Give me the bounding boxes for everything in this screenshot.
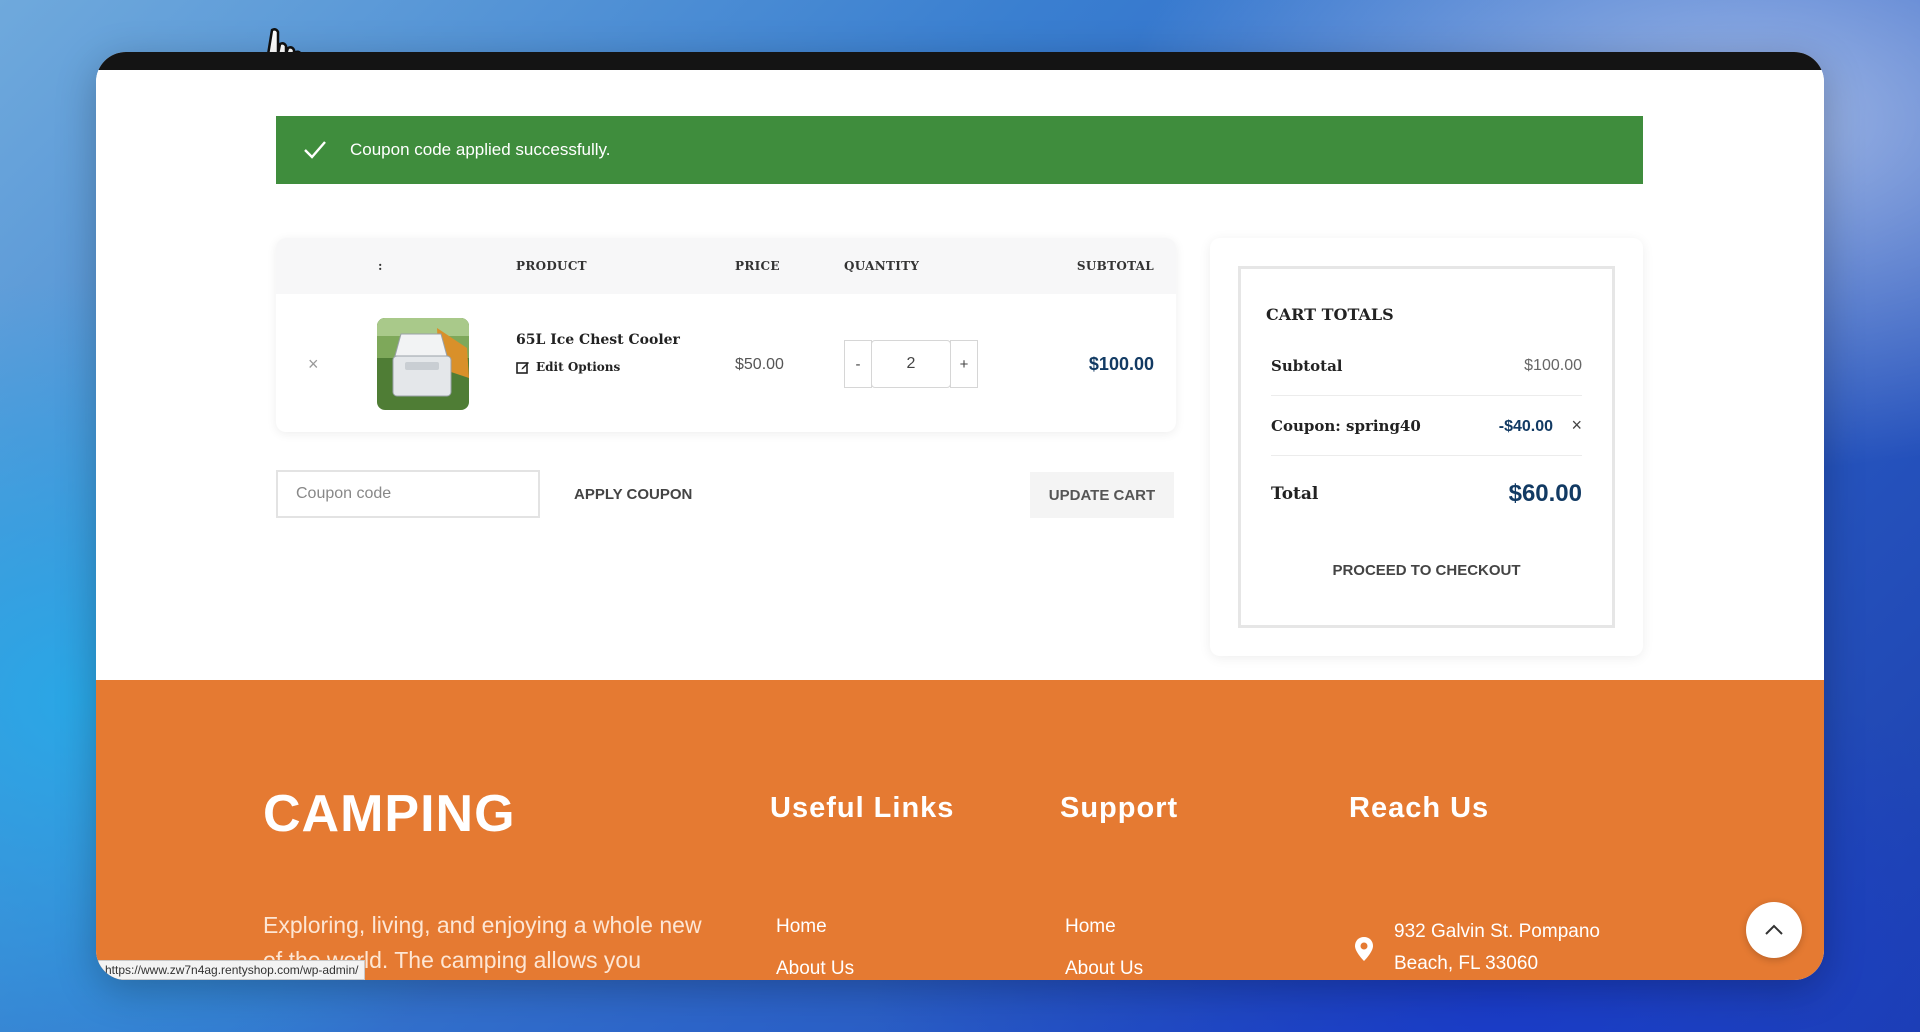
notice-text: Coupon code applied successfully. xyxy=(350,140,611,159)
remove-coupon-icon[interactable]: × xyxy=(1571,415,1582,435)
proceed-to-checkout-button[interactable]: PROCEED TO CHECKOUT xyxy=(1271,562,1582,579)
apply-coupon-button[interactable]: APPLY COUPON xyxy=(574,486,692,503)
footer-address: 932 Galvin St. Pompano Beach, FL 33060 xyxy=(1394,916,1600,980)
product-thumbnail[interactable] xyxy=(377,318,469,410)
chevron-up-icon xyxy=(1765,924,1783,935)
qty-minus-button[interactable]: - xyxy=(844,340,872,388)
subtotal-row: Subtotal $100.00 xyxy=(1271,336,1582,396)
edit-options-label: Edit Options xyxy=(536,360,621,374)
line-subtotal: $100.00 xyxy=(1088,354,1154,374)
product-price: $50.00 xyxy=(735,356,784,373)
cart-page: Coupon code applied successfully. : PROD… xyxy=(96,70,1824,680)
cart-totals-title: CART TOTALS xyxy=(1266,305,1394,324)
top-bar xyxy=(96,52,1824,70)
coupon-value: -$40.00 xyxy=(1498,418,1554,435)
cart-table: : PRODUCT PRICE QUANTITY SUBTOTAL × 65L … xyxy=(276,238,1176,432)
price-header: PRICE xyxy=(735,259,780,273)
total-row: Total $60.00 xyxy=(1271,456,1582,532)
qty-plus-button[interactable]: + xyxy=(950,340,978,388)
subtotal-label: Subtotal xyxy=(1271,356,1343,375)
support-link-home[interactable]: Home xyxy=(1065,916,1116,938)
cart-totals-box: CART TOTALS Subtotal $100.00 Coupon: spr… xyxy=(1238,266,1615,628)
quantity-header: QUANTITY xyxy=(844,259,920,273)
subtotal-value: $100.00 xyxy=(1524,356,1582,374)
quantity-stepper: - 2 + xyxy=(844,340,978,388)
product-header: PRODUCT xyxy=(516,259,587,273)
coupon-code-input[interactable]: Coupon code xyxy=(276,470,540,518)
reach-us-title: Reach Us xyxy=(1349,792,1490,824)
support-link-about[interactable]: About Us xyxy=(1065,958,1143,980)
site-footer: CAMPING Exploring, living, and enjoying … xyxy=(96,680,1824,980)
cart-table-header: : PRODUCT PRICE QUANTITY SUBTOTAL xyxy=(276,238,1176,294)
check-icon xyxy=(304,141,326,159)
location-pin-icon xyxy=(1355,937,1373,961)
success-notice: Coupon code applied successfully. xyxy=(276,116,1643,184)
sort-handle-header: : xyxy=(378,259,383,273)
useful-links-title: Useful Links xyxy=(770,792,955,824)
quantity-input[interactable]: 2 xyxy=(871,340,951,388)
address-line-1: 932 Galvin St. Pompano xyxy=(1394,921,1600,942)
scroll-to-top-button[interactable] xyxy=(1746,902,1802,958)
product-name-link[interactable]: 65L Ice Chest Cooler xyxy=(516,332,680,348)
edit-options-link[interactable]: Edit Options xyxy=(516,360,620,374)
total-label: Total xyxy=(1271,484,1319,504)
edit-icon xyxy=(516,362,529,374)
footer-brand-logo[interactable]: CAMPING xyxy=(263,784,516,844)
address-line-2: Beach, FL 33060 xyxy=(1394,953,1539,974)
update-cart-button[interactable]: UPDATE CART xyxy=(1030,472,1174,518)
remove-item-icon[interactable]: × xyxy=(308,354,319,375)
status-bar-url: https://www.zw7n4ag.rentyshop.com/wp-adm… xyxy=(98,960,366,980)
total-value: $60.00 xyxy=(1508,480,1582,507)
cart-totals-card: CART TOTALS Subtotal $100.00 Coupon: spr… xyxy=(1210,238,1643,656)
useful-link-home[interactable]: Home xyxy=(776,916,827,938)
table-row: × 65L Ice Chest Cooler Edit Options $50.… xyxy=(276,294,1176,432)
support-title: Support xyxy=(1060,792,1179,824)
subtotal-header: SUBTOTAL xyxy=(1076,259,1154,273)
useful-link-about[interactable]: About Us xyxy=(776,958,854,980)
browser-window: Coupon code applied successfully. : PROD… xyxy=(96,52,1824,980)
coupon-label: Coupon: spring40 xyxy=(1271,416,1421,435)
coupon-row: Coupon: spring40 -$40.00 × xyxy=(1271,396,1582,456)
